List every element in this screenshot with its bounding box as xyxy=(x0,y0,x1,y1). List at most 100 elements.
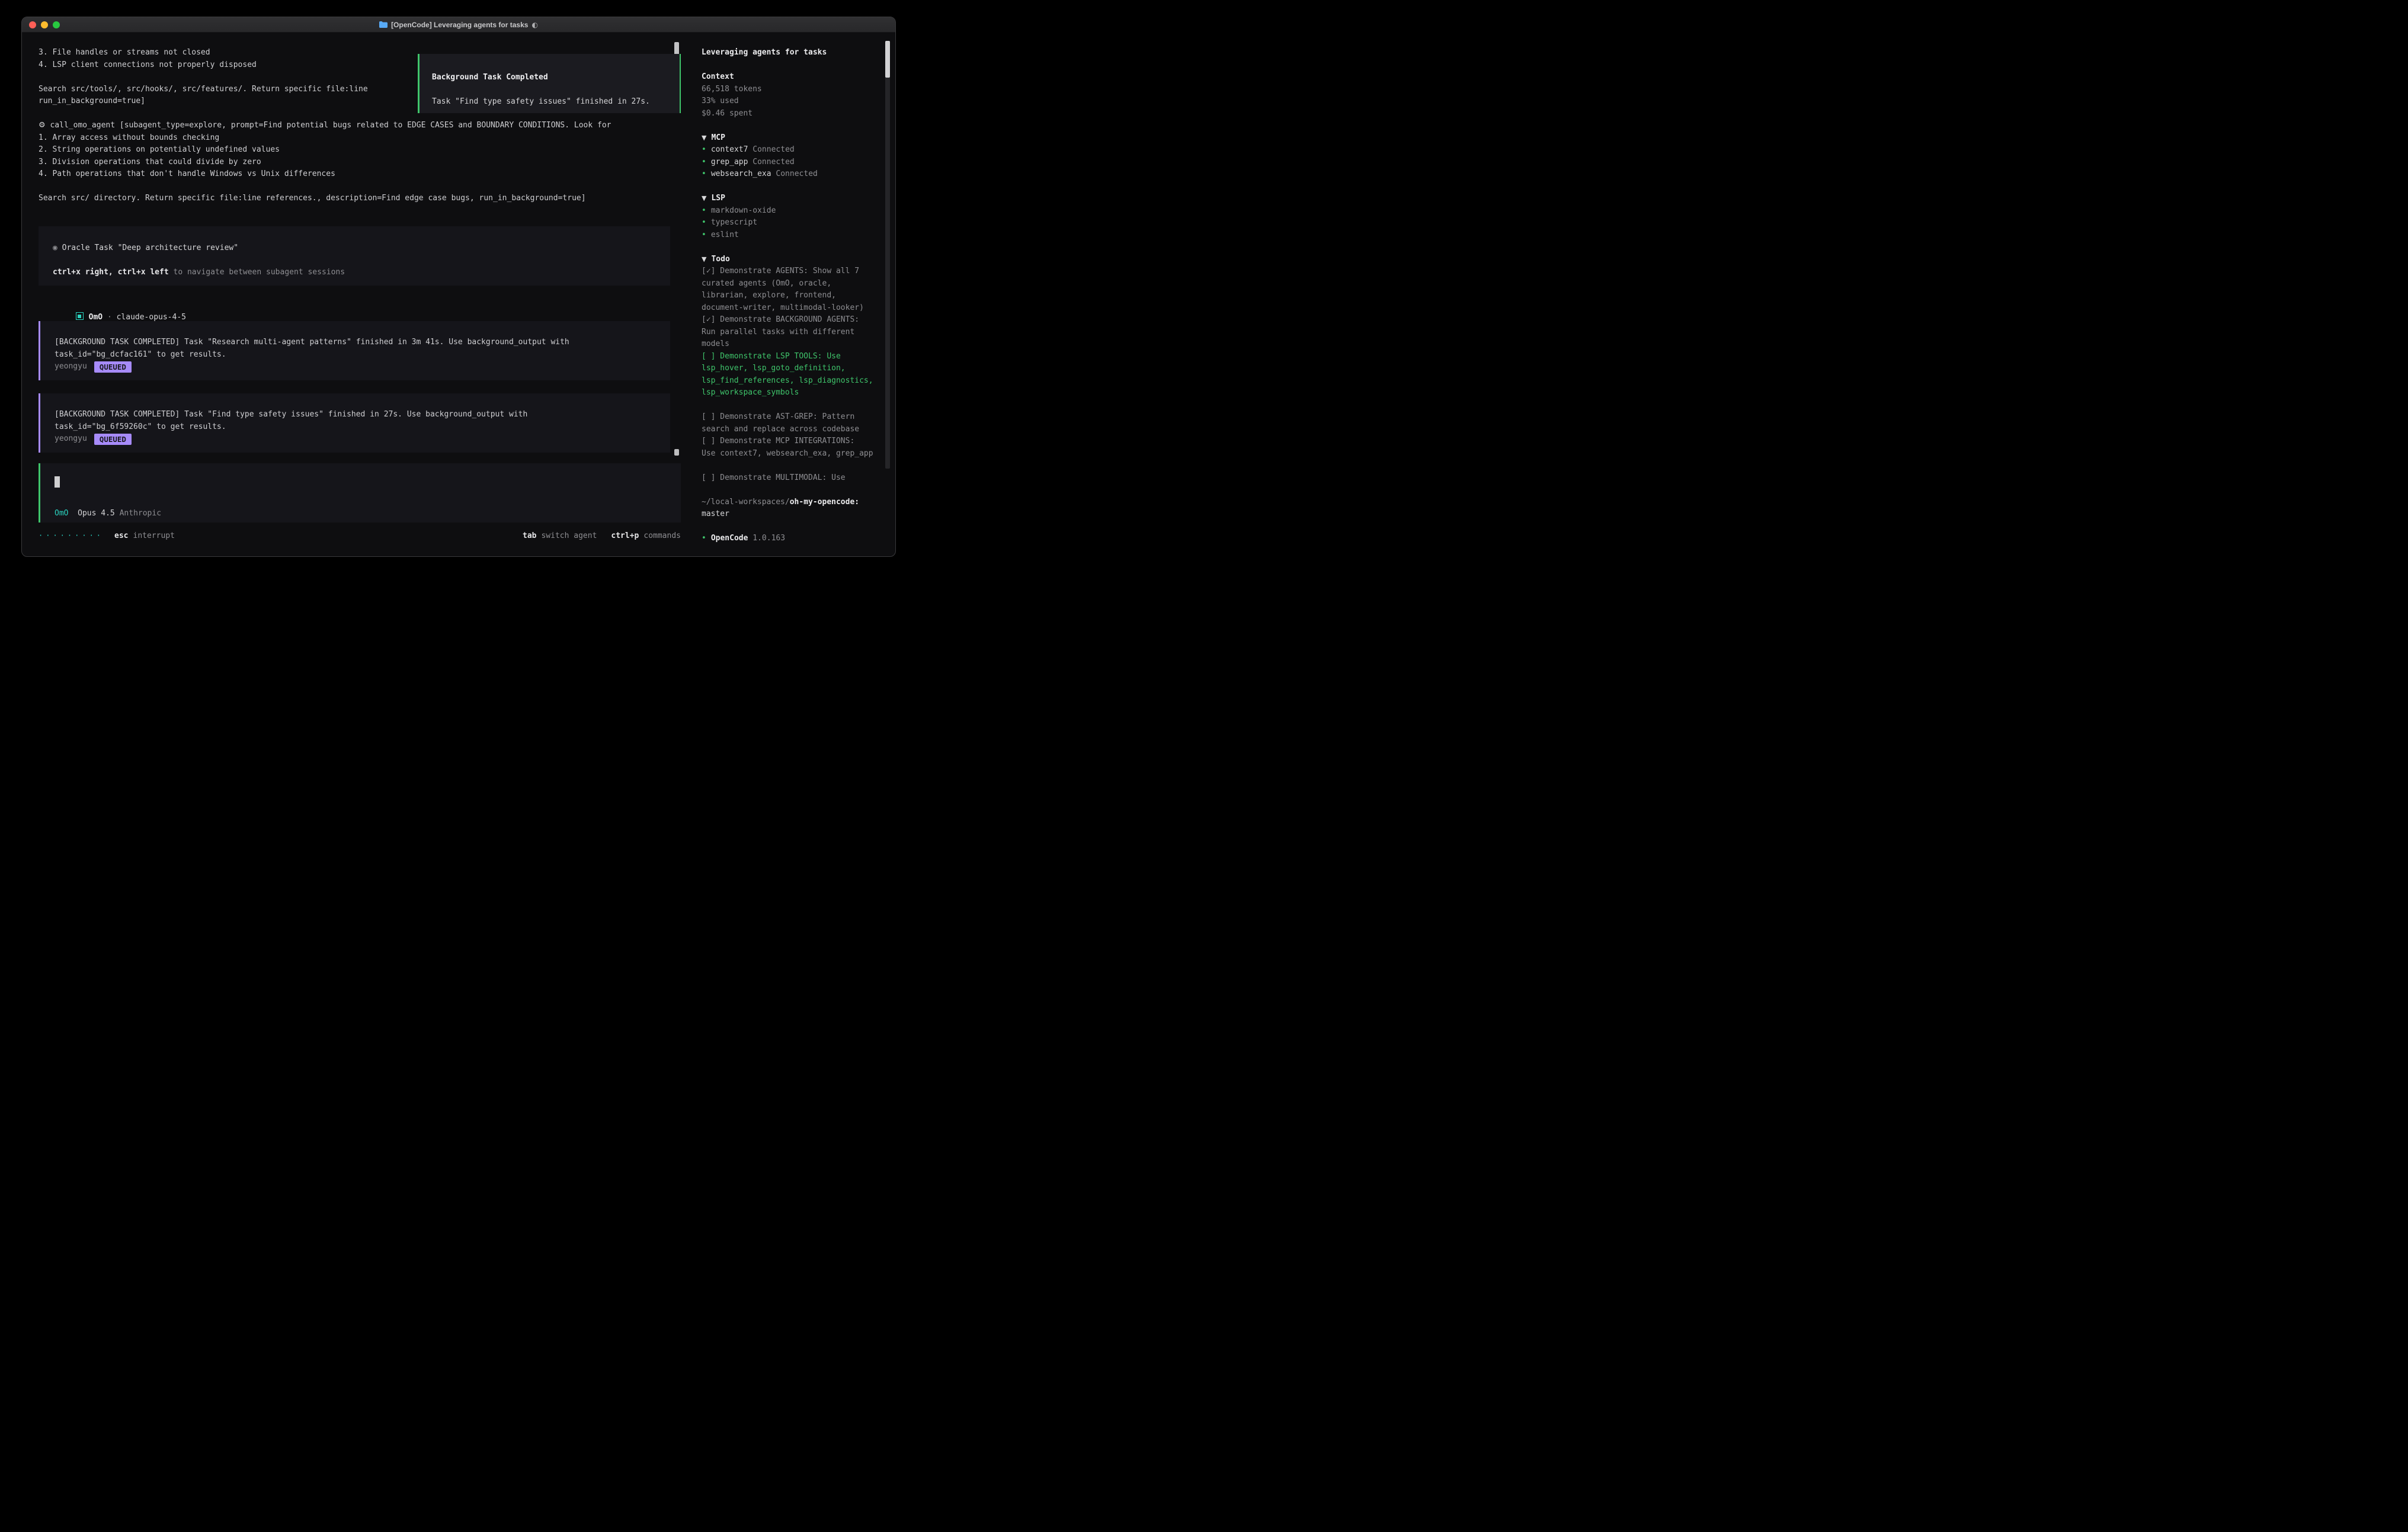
agent-name: OmO xyxy=(89,313,103,322)
main-scrollbar-thumb-bottom[interactable] xyxy=(674,449,679,456)
lsp-item: •eslint xyxy=(702,229,876,242)
version-line: • OpenCode 1.0.163 xyxy=(702,533,876,545)
bullet-icon: • xyxy=(702,534,706,543)
lsp-item: •markdown-oxide xyxy=(702,205,876,217)
todo-item-pending: Use context7, websearch_exa, grep_app xyxy=(702,448,876,460)
background-task-message: [BACKGROUND TASK COMPLETED] Task "Find t… xyxy=(39,393,670,453)
status-bar: ········· esc interrupt tabswitch agent … xyxy=(39,530,681,542)
section-collapse-icon: ▼ xyxy=(702,134,706,142)
workspace-path-prefix: ~/local-workspaces/ xyxy=(702,498,790,507)
todo-item-done: [✓] Demonstrate AGENTS: Show all 7 curat… xyxy=(702,265,876,314)
lsp-item: •typescript xyxy=(702,217,876,229)
context-heading: Context xyxy=(702,71,876,84)
context-used: 33% used xyxy=(702,95,876,108)
prompt-input[interactable]: OmO Opus 4.5 Anthropic xyxy=(39,463,681,523)
bullet-icon: • xyxy=(702,145,706,154)
folder-icon xyxy=(379,21,388,28)
todo-item-done: [✓] Demonstrate BACKGROUND AGENTS: Run p… xyxy=(702,314,876,351)
todo-item-pending: [ ] Demonstrate MCP INTEGRATIONS: xyxy=(702,435,876,448)
session-sidebar: Leveraging agents for tasks Context 66,5… xyxy=(693,33,895,556)
bullet-icon: • xyxy=(702,169,706,178)
terminal-line: Search src/ directory. Return specific f… xyxy=(39,193,693,205)
mcp-status: Connected xyxy=(776,169,817,178)
context-spent: $0.46 spent xyxy=(702,108,876,120)
todo-item-pending: [ ] Demonstrate AST-GREP: Pattern search… xyxy=(702,411,876,435)
section-collapse-icon: ▼ xyxy=(702,194,706,202)
message-line: task_id="bg_dcfac161" to get results. xyxy=(55,349,656,361)
mcp-item: •grep_app Connected xyxy=(702,156,876,169)
terminal-main-pane: 3. File handles or streams not closed 4.… xyxy=(22,33,693,556)
zoom-button[interactable] xyxy=(53,21,60,28)
todo-section-header[interactable]: ▼Todo xyxy=(702,254,876,266)
minimize-button[interactable] xyxy=(41,21,48,28)
workspace-branch: master xyxy=(702,509,729,518)
queued-badge: QUEUED xyxy=(94,361,132,373)
app-version: 1.0.163 xyxy=(752,534,785,543)
input-model-line: OmO Opus 4.5 Anthropic xyxy=(55,508,667,520)
message-line: [BACKGROUND TASK COMPLETED] Task "Resear… xyxy=(55,336,656,349)
sidebar-scrollbar-thumb[interactable] xyxy=(885,41,890,78)
section-collapse-icon: ▼ xyxy=(702,255,706,263)
bullet-icon: • xyxy=(702,230,706,239)
input-model-name: Opus 4.5 xyxy=(78,509,115,518)
bullet-icon: • xyxy=(702,206,706,215)
omo-agent-icon xyxy=(76,312,84,320)
app-name: OpenCode xyxy=(711,534,748,543)
ctrlp-key-label: commands xyxy=(643,531,681,540)
gear-icon: ⚙ xyxy=(39,121,46,130)
bullet-icon: • xyxy=(702,218,706,227)
sidebar-scrollbar[interactable] xyxy=(885,41,890,469)
message-line: [BACKGROUND TASK COMPLETED] Task "Find t… xyxy=(55,409,656,421)
lsp-section-header[interactable]: ▼LSP xyxy=(702,193,876,205)
message-author: yeongyu xyxy=(55,362,87,371)
tab-key-hint: tab xyxy=(523,531,536,540)
agent-header: OmO · claude-opus-4-5 xyxy=(39,300,693,312)
window-title-group: [OpenCode] Leveraging agents for tasks ◐ xyxy=(379,21,538,29)
tab-key-label: switch agent xyxy=(541,531,597,540)
tool-call-text: call_omo_agent [subagent_type=explore, p… xyxy=(50,121,611,130)
traffic-lights xyxy=(29,21,60,28)
esc-key-hint: esc xyxy=(114,531,128,540)
message-footer: yeongyu QUEUED xyxy=(55,433,656,446)
terminal-line: 3. Division operations that could divide… xyxy=(39,156,693,169)
todo-item-pending: [ ] Demonstrate MULTIMODAL: Use xyxy=(702,472,876,485)
input-agent-name: OmO xyxy=(55,509,68,518)
oracle-task-panel: ◉ Oracle Task "Deep architecture review"… xyxy=(39,226,670,286)
terminal-window: [OpenCode] Leveraging agents for tasks ◐… xyxy=(21,17,896,557)
window-title: [OpenCode] Leveraging agents for tasks xyxy=(391,21,528,29)
terminal-line: 1. Array access without bounds checking xyxy=(39,132,693,145)
input-provider-name: Anthropic xyxy=(120,509,161,518)
context-tokens: 66,518 tokens xyxy=(702,84,876,96)
message-line: task_id="bg_6f59260c" to get results. xyxy=(55,421,656,434)
mcp-item: •context7 Connected xyxy=(702,144,876,156)
message-author: yeongyu xyxy=(55,434,87,443)
text-cursor xyxy=(55,476,60,488)
workspace-path: ~/local-workspaces/oh-my-opencode: maste… xyxy=(702,496,876,521)
titlebar: [OpenCode] Leveraging agents for tasks ◐ xyxy=(22,17,895,33)
tool-call-line: ⚙ call_omo_agent [subagent_type=explore,… xyxy=(39,120,693,132)
background-task-toast: Background Task Completed Task "Find typ… xyxy=(418,54,681,113)
toast-body: Task "Find type safety issues" finished … xyxy=(432,96,668,108)
esc-key-label: interrupt xyxy=(133,531,175,540)
queued-badge: QUEUED xyxy=(94,434,132,445)
oracle-task-title: ◉ Oracle Task "Deep architecture review" xyxy=(53,242,656,255)
bullet-icon: • xyxy=(702,158,706,166)
mcp-status: Connected xyxy=(752,145,794,154)
spinner-dots: ········· xyxy=(39,531,104,540)
message-footer: yeongyu QUEUED xyxy=(55,361,656,373)
close-button[interactable] xyxy=(29,21,36,28)
separator-dot: · xyxy=(107,313,112,322)
session-progress-icon: ◐ xyxy=(531,21,537,29)
mcp-status: Connected xyxy=(752,158,794,166)
mcp-item: •websearch_exa Connected xyxy=(702,168,876,181)
oracle-bullet-icon: ◉ xyxy=(53,243,57,252)
workspace-repo: oh-my-opencode: xyxy=(790,498,859,507)
background-task-message: [BACKGROUND TASK COMPLETED] Task "Resear… xyxy=(39,321,670,380)
subagent-nav-hint: ctrl+x right, ctrl+x left to navigate be… xyxy=(53,267,656,279)
toast-title: Background Task Completed xyxy=(432,72,668,84)
mcp-section-header[interactable]: ▼MCP xyxy=(702,132,876,145)
session-title: Leveraging agents for tasks xyxy=(702,47,876,59)
todo-item-active: [ ] Demonstrate LSP TOOLS: Use lsp_hover… xyxy=(702,351,876,399)
terminal-line: 2. String operations on potentially unde… xyxy=(39,144,693,156)
terminal-line: 4. Path operations that don't handle Win… xyxy=(39,168,693,181)
